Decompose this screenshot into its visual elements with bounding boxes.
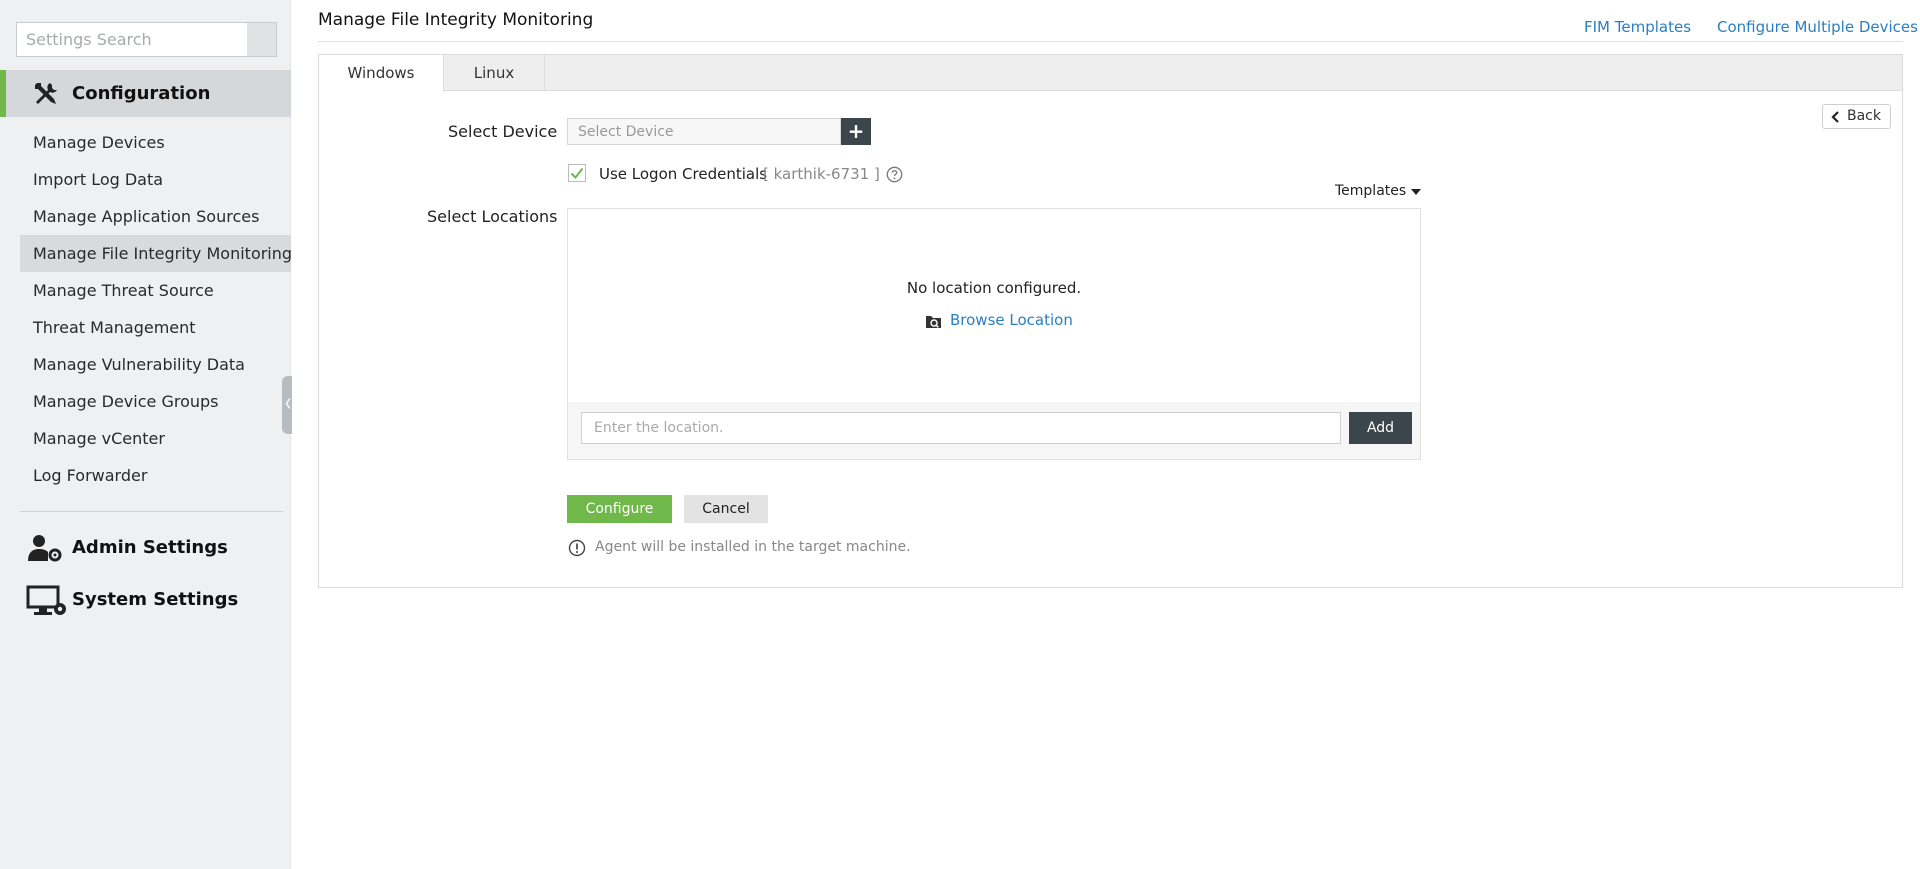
sidebar-item-manage-file-integrity-monitoring[interactable]: Manage File Integrity Monitoring <box>20 235 292 272</box>
sidebar-item-manage-devices[interactable]: Manage Devices <box>20 124 291 161</box>
chevron-left-icon <box>1831 111 1839 123</box>
info-icon <box>568 539 586 557</box>
chevron-left-icon: ❮ <box>284 398 293 409</box>
add-location-button[interactable]: Add <box>1349 412 1412 444</box>
sidebar-item-threat-management[interactable]: Threat Management <box>20 309 291 346</box>
admin-settings-section[interactable]: Admin Settings <box>0 530 291 566</box>
cancel-button[interactable]: Cancel <box>684 495 768 523</box>
credential-user: [ karthik-6731 ] <box>763 165 880 183</box>
tab-windows[interactable]: Windows <box>319 55 444 92</box>
checkmark-icon <box>570 167 584 180</box>
agent-install-note: Agent will be installed in the target ma… <box>595 539 911 555</box>
help-icon[interactable] <box>886 166 903 183</box>
os-tabbar: Windows Linux <box>319 55 1902 92</box>
tools-icon <box>35 83 57 104</box>
caret-down-icon[interactable] <box>1411 189 1421 195</box>
locations-box: No location configured. Browse Location … <box>567 208 1421 460</box>
configuration-section-header[interactable]: Configuration <box>0 70 291 117</box>
system-settings-title: System Settings <box>72 589 239 610</box>
sidebar-item-log-forwarder[interactable]: Log Forwarder <box>20 457 291 494</box>
sidebar-item-manage-vcenter[interactable]: Manage vCenter <box>20 420 291 457</box>
sidebar-item-manage-application-sources[interactable]: Manage Application Sources <box>20 198 291 235</box>
templates-dropdown[interactable]: Templates <box>1335 183 1406 199</box>
settings-sidebar: Configuration Manage Devices Import Log … <box>0 0 292 869</box>
location-input[interactable] <box>581 412 1341 444</box>
page-title: Manage File Integrity Monitoring <box>318 10 594 30</box>
configuration-menu: Manage Devices Import Log Data Manage Ap… <box>20 124 292 494</box>
sidebar-item-manage-device-groups[interactable]: Manage Device Groups <box>20 383 291 420</box>
fim-templates-link[interactable]: FIM Templates <box>1584 18 1691 36</box>
header-divider <box>318 41 1903 42</box>
settings-search-button[interactable] <box>247 23 276 56</box>
use-logon-credentials-checkbox[interactable] <box>568 164 586 182</box>
sidebar-item-manage-vulnerability-data[interactable]: Manage Vulnerability Data <box>20 346 291 383</box>
settings-search <box>16 22 277 57</box>
select-device-field <box>567 118 841 145</box>
sidebar-item-manage-threat-source[interactable]: Manage Threat Source <box>20 272 291 309</box>
back-label: Back <box>1847 108 1881 124</box>
folder-search-icon <box>926 316 941 328</box>
sidebar-item-import-log-data[interactable]: Import Log Data <box>20 161 291 198</box>
location-entry-bar: Add <box>568 402 1420 459</box>
select-device-label: Select Device <box>448 122 558 141</box>
browse-location-link[interactable]: Browse Location <box>950 311 1073 329</box>
use-logon-credentials-label: Use Logon Credentials <box>599 165 768 183</box>
admin-settings-title: Admin Settings <box>72 537 228 558</box>
tab-linux[interactable]: Linux <box>444 55 545 91</box>
settings-search-input[interactable] <box>17 23 249 56</box>
fim-config-panel: Windows Linux Back Select Device + Use L… <box>318 54 1903 588</box>
monitor-gear-icon <box>26 585 66 615</box>
select-locations-label: Select Locations <box>427 207 558 226</box>
select-device-input[interactable] <box>568 119 840 144</box>
sidebar-divider <box>20 511 283 512</box>
add-device-button[interactable]: + <box>841 118 871 145</box>
configure-button[interactable]: Configure <box>567 495 672 523</box>
no-location-message: No location configured. <box>906 279 1082 297</box>
plus-icon: + <box>847 119 865 143</box>
back-button[interactable]: Back <box>1822 104 1891 129</box>
configure-multiple-devices-link[interactable]: Configure Multiple Devices <box>1717 18 1918 36</box>
admin-user-gear-icon <box>28 535 62 562</box>
sidebar-collapse-handle[interactable]: ❮ <box>282 376 292 434</box>
configuration-title: Configuration <box>72 83 211 104</box>
system-settings-section[interactable]: System Settings <box>0 582 291 618</box>
